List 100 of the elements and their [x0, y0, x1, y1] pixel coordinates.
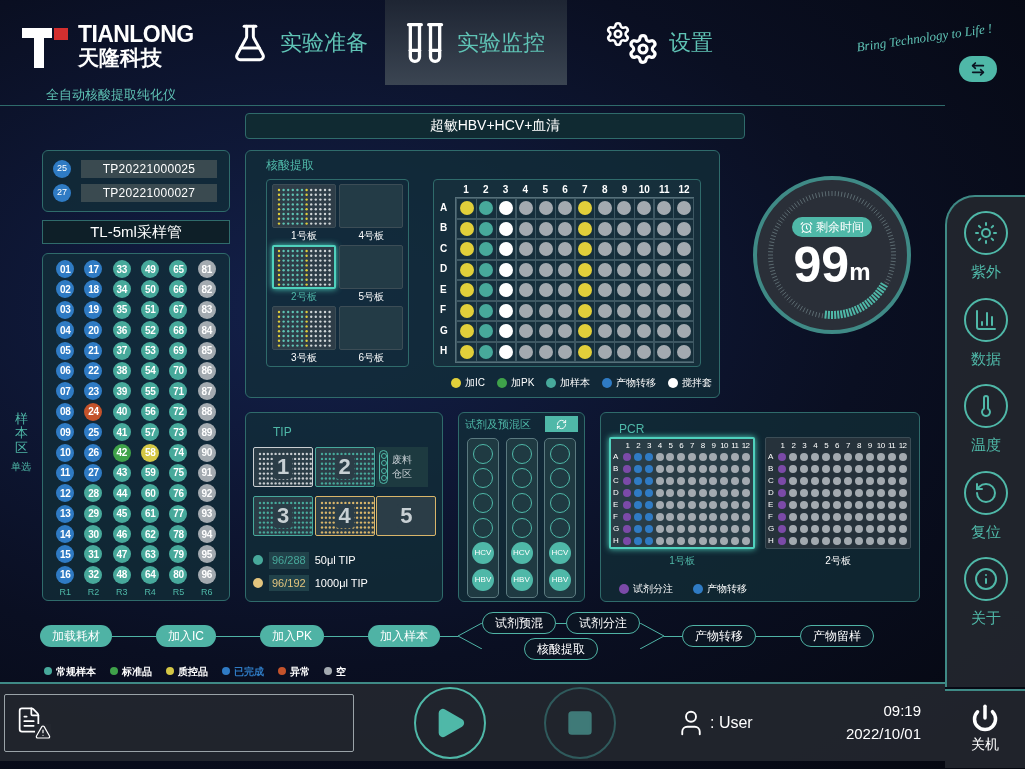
sample-well[interactable]: 40	[112, 402, 131, 421]
sample-well[interactable]: 66	[169, 280, 188, 299]
sample-well[interactable]: 69	[169, 341, 188, 360]
nav-tab[interactable]: 实验准备	[220, 0, 385, 85]
sample-well[interactable]: 83	[197, 300, 216, 319]
side-menu-item[interactable]: 温度	[964, 384, 1008, 457]
pcr-plate[interactable]: 1 2 3 4 5 6 7 8 9 10 11 12 A B C D E F G H	[765, 437, 911, 549]
sample-well[interactable]: 02	[56, 280, 75, 299]
sample-well[interactable]: 39	[112, 382, 131, 401]
sample-well[interactable]: 91	[197, 463, 216, 482]
sample-well[interactable]: 26	[84, 443, 103, 462]
sample-well[interactable]: 01	[56, 260, 75, 278]
sample-well[interactable]: 19	[84, 300, 103, 319]
process-step[interactable]: 加入IC	[156, 625, 216, 647]
plate-thumbnail[interactable]	[271, 184, 336, 228]
sample-well[interactable]: 24	[84, 402, 103, 421]
sample-well[interactable]: 53	[141, 341, 160, 360]
sample-well[interactable]: 44	[112, 484, 131, 503]
sample-well[interactable]: 07	[56, 382, 75, 401]
sample-well[interactable]: 95	[197, 545, 216, 564]
sample-well[interactable]: 41	[112, 423, 131, 442]
sample-well[interactable]: 90	[197, 443, 216, 462]
sample-well[interactable]: 28	[84, 484, 103, 503]
sample-well[interactable]: 13	[56, 504, 75, 523]
sample-well[interactable]: 51	[141, 300, 160, 319]
process-step[interactable]: 加入样本	[368, 625, 440, 647]
sample-well[interactable]: 12	[56, 484, 75, 503]
sample-well[interactable]: 45	[112, 504, 131, 523]
sample-well[interactable]: 94	[197, 525, 216, 544]
sample-well[interactable]: 50	[141, 280, 160, 299]
sample-well[interactable]: 15	[56, 545, 75, 564]
sample-well[interactable]: 42	[112, 443, 131, 462]
stop-button[interactable]	[544, 686, 616, 759]
plate-thumbnail[interactable]	[339, 184, 404, 228]
process-step[interactable]: 加载耗材	[40, 625, 112, 647]
sample-well[interactable]: 86	[197, 361, 216, 380]
plate-thumbnail[interactable]	[271, 306, 336, 350]
sample-well[interactable]: 35	[112, 300, 131, 319]
sample-well[interactable]: 33	[112, 260, 131, 278]
process-step[interactable]: 产物留样	[800, 625, 874, 647]
sample-well[interactable]: 67	[169, 300, 188, 319]
sample-well[interactable]: 17	[84, 260, 103, 278]
tip-rack[interactable]: 3	[253, 496, 313, 536]
sample-well[interactable]: 10	[56, 443, 75, 462]
sample-well[interactable]: 60	[141, 484, 160, 503]
sample-well[interactable]: 36	[112, 321, 131, 340]
sample-well[interactable]: 30	[84, 525, 103, 544]
sample-well[interactable]: 84	[197, 321, 216, 340]
sample-well[interactable]: 80	[169, 565, 188, 584]
sample-well[interactable]: 75	[169, 463, 188, 482]
sample-well[interactable]: 34	[112, 280, 131, 299]
side-menu-item[interactable]: 关于	[964, 557, 1008, 630]
sample-well[interactable]: 25	[84, 423, 103, 442]
sample-well[interactable]: 20	[84, 321, 103, 340]
sample-well[interactable]: 87	[197, 382, 216, 401]
sample-well[interactable]: 59	[141, 463, 160, 482]
sample-well[interactable]: 09	[56, 423, 75, 442]
play-button[interactable]	[414, 686, 486, 759]
tip-rack[interactable]: 5	[376, 496, 437, 536]
tip-rack[interactable]: 2	[314, 447, 375, 487]
process-step[interactable]: 试剂分注	[566, 612, 640, 634]
sample-well[interactable]: 29	[84, 504, 103, 523]
sample-well[interactable]: 04	[56, 321, 75, 340]
sample-well[interactable]: 03	[56, 300, 75, 319]
sample-well[interactable]: 74	[169, 443, 188, 462]
sample-well[interactable]: 27	[84, 463, 103, 482]
sample-well[interactable]: 21	[84, 341, 103, 360]
tip-rack[interactable]: 4	[314, 496, 375, 536]
sample-well[interactable]: 18	[84, 280, 103, 299]
process-step[interactable]: 产物转移	[682, 625, 756, 647]
plate-thumbnail[interactable]	[271, 245, 336, 289]
power-button[interactable]: 关机	[945, 689, 1025, 768]
sample-well[interactable]: 85	[197, 341, 216, 360]
sample-well[interactable]: 63	[141, 545, 160, 564]
sample-well[interactable]: 81	[197, 260, 216, 278]
sample-well[interactable]: 43	[112, 463, 131, 482]
sample-well[interactable]: 82	[197, 280, 216, 299]
sample-well[interactable]: 08	[56, 402, 75, 421]
sample-well[interactable]: 72	[169, 402, 188, 421]
process-step[interactable]: 试剂预混	[482, 612, 556, 634]
sample-well[interactable]: 54	[141, 361, 160, 380]
sample-well[interactable]: 06	[56, 361, 75, 380]
sample-well[interactable]: 92	[197, 484, 216, 503]
plate-thumbnail[interactable]	[339, 306, 404, 350]
sample-well[interactable]: 57	[141, 423, 160, 442]
sample-well[interactable]: 31	[84, 545, 103, 564]
sample-well[interactable]: 89	[197, 423, 216, 442]
sample-well[interactable]: 58	[141, 443, 160, 462]
sample-well[interactable]: 55	[141, 382, 160, 401]
nav-tab[interactable]: 设置	[567, 0, 737, 85]
sample-well[interactable]: 71	[169, 382, 188, 401]
sample-well[interactable]: 22	[84, 361, 103, 380]
sample-well[interactable]: 38	[112, 361, 131, 380]
process-step[interactable]: 核酸提取	[524, 638, 598, 660]
sample-well[interactable]: 11	[56, 463, 75, 482]
pcr-plate[interactable]: 1 2 3 4 5 6 7 8 9 10 11 12 A B C D E F G H	[609, 437, 755, 549]
sample-well[interactable]: 65	[169, 260, 188, 278]
tip-rack[interactable]: 1	[253, 447, 313, 487]
sample-well[interactable]: 64	[141, 565, 160, 584]
process-step[interactable]: 加入PK	[260, 625, 324, 647]
